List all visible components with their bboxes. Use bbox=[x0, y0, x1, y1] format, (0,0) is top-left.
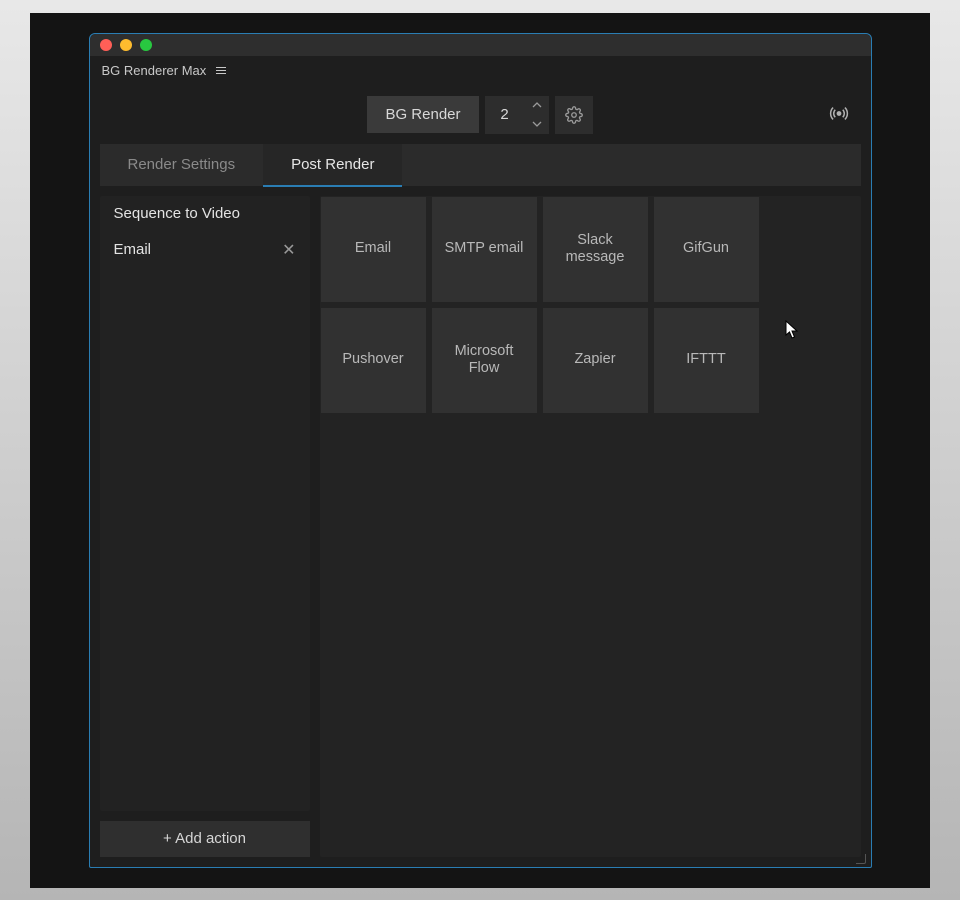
tile-smtp-email[interactable]: SMTP email bbox=[432, 197, 537, 302]
instances-increment[interactable] bbox=[525, 96, 549, 115]
tab-render-settings[interactable]: Render Settings bbox=[100, 144, 264, 186]
app-window: BG Renderer Max BG Render 2 bbox=[89, 33, 872, 868]
action-item-sequence-to-video[interactable]: Sequence to Video bbox=[100, 196, 310, 231]
remove-action-icon[interactable]: ✕ bbox=[282, 240, 295, 260]
action-item-email[interactable]: Email ✕ bbox=[100, 231, 310, 269]
actions-list: Sequence to Video Email ✕ bbox=[100, 196, 310, 811]
app-title: BG Renderer Max bbox=[102, 63, 207, 78]
action-picker: Email SMTP email Slack message GifGun Pu… bbox=[320, 196, 861, 857]
menu-icon[interactable] bbox=[216, 67, 226, 74]
close-window-icon[interactable] bbox=[100, 39, 112, 51]
tabs: Render Settings Post Render bbox=[100, 144, 861, 186]
gear-icon bbox=[565, 106, 583, 124]
maximize-window-icon[interactable] bbox=[140, 39, 152, 51]
broadcast-button[interactable] bbox=[829, 103, 849, 126]
action-label: Sequence to Video bbox=[114, 205, 241, 222]
tile-slack-message[interactable]: Slack message bbox=[543, 197, 648, 302]
outer-frame: BG Renderer Max BG Render 2 bbox=[30, 13, 930, 888]
instances-value: 2 bbox=[485, 106, 525, 123]
tile-email[interactable]: Email bbox=[321, 197, 426, 302]
render-button[interactable]: BG Render bbox=[367, 96, 478, 133]
tile-gifgun[interactable]: GifGun bbox=[654, 197, 759, 302]
settings-button[interactable] bbox=[555, 96, 593, 134]
instances-decrement[interactable] bbox=[525, 115, 549, 134]
tile-zapier[interactable]: Zapier bbox=[543, 308, 648, 413]
tile-pushover[interactable]: Pushover bbox=[321, 308, 426, 413]
broadcast-icon bbox=[829, 103, 849, 123]
resize-handle[interactable] bbox=[856, 854, 866, 864]
menubar: BG Renderer Max bbox=[90, 56, 871, 86]
titlebar bbox=[90, 34, 871, 56]
actions-sidebar: Sequence to Video Email ✕ + Add action bbox=[100, 196, 310, 857]
minimize-window-icon[interactable] bbox=[120, 39, 132, 51]
action-tiles: Email SMTP email Slack message GifGun Pu… bbox=[321, 197, 860, 413]
topbar: BG Render 2 bbox=[90, 86, 871, 144]
tile-ifttt[interactable]: IFTTT bbox=[654, 308, 759, 413]
content-area: Sequence to Video Email ✕ + Add action E… bbox=[90, 186, 871, 867]
tab-post-render[interactable]: Post Render bbox=[263, 144, 402, 186]
action-label: Email bbox=[114, 241, 152, 258]
tile-microsoft-flow[interactable]: Microsoft Flow bbox=[432, 308, 537, 413]
add-action-button[interactable]: + Add action bbox=[100, 821, 310, 857]
instances-stepper: 2 bbox=[485, 96, 549, 134]
